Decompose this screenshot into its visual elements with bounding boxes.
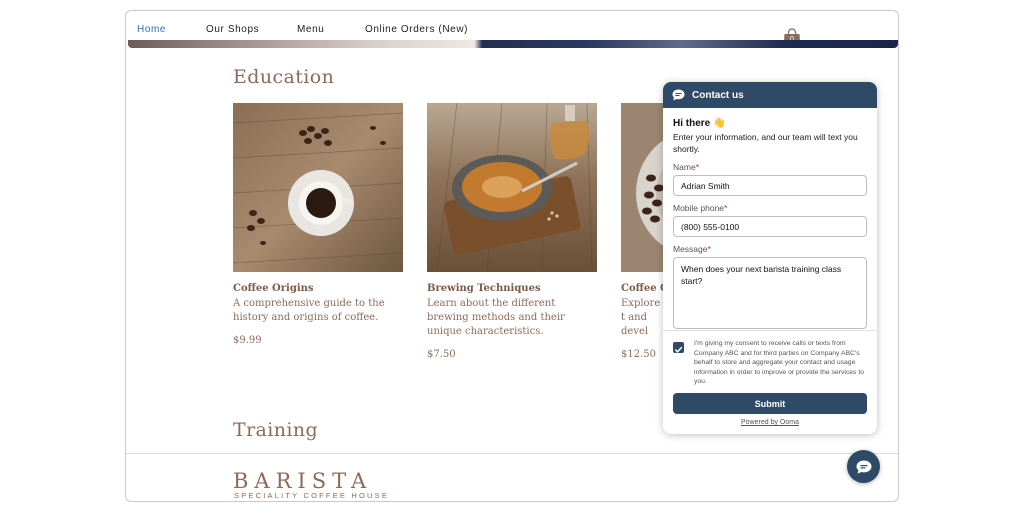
- consent-checkbox[interactable]: [673, 342, 684, 353]
- phone-field[interactable]: (800) 555-0100: [673, 216, 867, 237]
- training-heading: Training: [233, 419, 319, 441]
- widget-intro: Enter your information, and our team wil…: [673, 132, 858, 154]
- name-field[interactable]: Adrian Smith: [673, 175, 867, 196]
- course-card[interactable]: Coffee Origins A comprehensive guide to …: [233, 103, 403, 346]
- widget-divider: [663, 330, 877, 331]
- card-title: Coffee Origins: [233, 283, 314, 294]
- widget-greeting: Hi there 👋: [673, 118, 726, 129]
- card-price: $7.50: [427, 349, 456, 360]
- chat-bubble-icon: [672, 89, 685, 101]
- education-heading: Education: [233, 66, 335, 88]
- chat-bubble-icon: [856, 460, 871, 474]
- contact-widget: Contact us Hi there 👋 Enter your informa…: [663, 82, 877, 434]
- check-icon: [674, 346, 683, 353]
- nav-menu[interactable]: Menu: [297, 24, 324, 35]
- hero-banner-strip: [128, 40, 898, 48]
- nav-our-shops[interactable]: Our Shops: [206, 24, 259, 35]
- footer-divider: [126, 453, 898, 454]
- contact-widget-header: Contact us: [663, 82, 877, 108]
- footer-brand-tagline: SPECIALITY COFFEE HOUSE: [234, 491, 390, 500]
- submit-button[interactable]: Submit: [673, 393, 867, 414]
- consent-text: I'm giving my consent to receive calls o…: [694, 340, 864, 385]
- chat-launcher-button[interactable]: [847, 450, 880, 483]
- footer-brand-logo[interactable]: BARISTA: [233, 469, 372, 493]
- message-field[interactable]: When does your next barista training cla…: [673, 257, 867, 329]
- brewing-pan-photo: [427, 103, 597, 272]
- card-title: Brewing Techniques: [427, 283, 541, 294]
- card-price: $9.99: [233, 335, 262, 346]
- phone-label: Mobile phone*: [673, 203, 728, 213]
- message-label: Message*: [673, 244, 711, 254]
- contact-widget-title: Contact us: [692, 89, 744, 101]
- coffee-cup-beans-photo: [233, 103, 403, 272]
- card-description: A comprehensive guide to the history and…: [233, 298, 385, 323]
- powered-by-link[interactable]: Powered by Ooma: [663, 419, 877, 426]
- name-label: Name*: [673, 162, 699, 172]
- nav-home[interactable]: Home: [137, 24, 166, 35]
- card-description: Learn about the different brewing method…: [427, 298, 565, 337]
- card-description: Explore t and devel: [621, 298, 661, 337]
- course-card[interactable]: Brewing Techniques Learn about the diffe…: [427, 103, 597, 360]
- top-nav: Home Our Shops Menu Online Orders (New) …: [126, 19, 898, 48]
- nav-online-orders[interactable]: Online Orders (New): [365, 24, 468, 35]
